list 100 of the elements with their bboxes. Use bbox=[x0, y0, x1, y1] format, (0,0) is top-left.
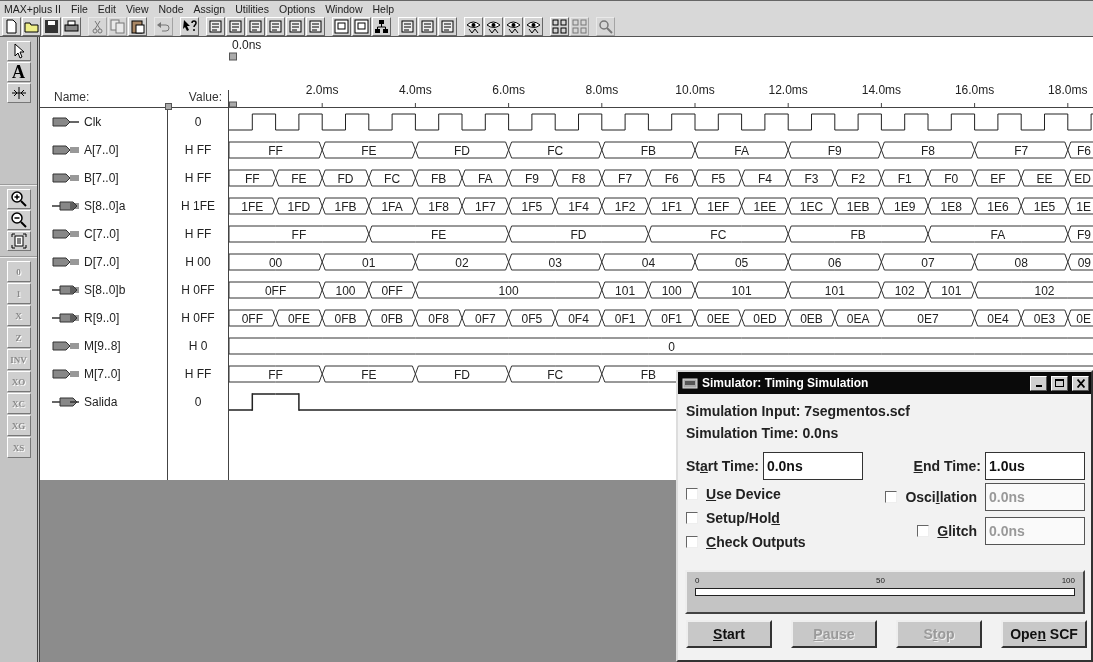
signal-name[interactable]: S[8..0]a bbox=[84, 199, 126, 213]
grid-icon bbox=[552, 18, 567, 34]
menu-item[interactable]: View bbox=[125, 2, 149, 15]
menu-item[interactable]: Assign bbox=[193, 2, 226, 15]
bus-value: 1E8 bbox=[940, 199, 962, 214]
window-title: Simulator: Timing Simulation bbox=[702, 376, 870, 390]
signal-value: H 1FE bbox=[168, 192, 229, 220]
menu-item[interactable]: File bbox=[70, 2, 88, 15]
printer-icon bbox=[64, 18, 79, 34]
checkbox-label[interactable]: Glitch bbox=[937, 523, 977, 539]
menu-item[interactable]: Options bbox=[278, 2, 316, 15]
bus-value: 05 bbox=[734, 255, 749, 270]
bus-value: F8 bbox=[921, 143, 935, 158]
tool-icon bbox=[288, 18, 303, 34]
bus-value: 06 bbox=[828, 255, 842, 270]
checkbox[interactable] bbox=[686, 488, 698, 500]
signal-name[interactable]: Salida bbox=[84, 395, 118, 409]
start-time-field[interactable]: 0.0ns bbox=[762, 452, 863, 480]
signal-value: H FF bbox=[168, 220, 229, 248]
app-menu[interactable]: MAX+plus II bbox=[4, 2, 61, 15]
diagram-icon bbox=[334, 18, 349, 34]
bus-value: 07 bbox=[921, 255, 935, 270]
cursor-handle[interactable] bbox=[229, 101, 237, 108]
bus-value: 0EB bbox=[800, 311, 823, 326]
selection-tool-button[interactable] bbox=[6, 41, 31, 61]
toolbar-button[interactable] bbox=[464, 16, 483, 36]
bus-value: FB bbox=[640, 143, 657, 158]
bus-value: 101 bbox=[615, 283, 636, 298]
bus-value: 100 bbox=[661, 283, 682, 298]
menu-item[interactable]: Window bbox=[325, 2, 363, 15]
signal-name[interactable]: S[8..0]b bbox=[84, 283, 126, 297]
bus-value: F9 bbox=[1077, 227, 1091, 242]
dialog-button[interactable]: Start bbox=[686, 620, 772, 648]
zoom-button[interactable] bbox=[6, 189, 31, 209]
menu-item[interactable]: Help bbox=[372, 2, 395, 15]
signal-value: 0 bbox=[168, 388, 229, 416]
bus-value: FB bbox=[640, 367, 657, 382]
toolbar-button[interactable] bbox=[22, 16, 41, 36]
close-button[interactable] bbox=[1072, 375, 1089, 391]
cursor-handle[interactable] bbox=[229, 52, 237, 61]
signal-name[interactable]: M[9..8] bbox=[84, 339, 121, 353]
bus-value: 0E4 bbox=[987, 311, 1009, 326]
signal-name[interactable]: D[7..0] bbox=[84, 255, 120, 269]
toolbar-button[interactable] bbox=[524, 16, 543, 36]
toolbar-button[interactable] bbox=[372, 16, 391, 36]
checkbox[interactable] bbox=[686, 512, 698, 524]
tool-icon bbox=[268, 18, 283, 34]
checkbox-label[interactable]: Setup/Hold bbox=[706, 510, 780, 526]
bus-value: 0FF bbox=[381, 283, 403, 298]
bus-value: 04 bbox=[641, 255, 656, 270]
toolbar-button[interactable] bbox=[484, 16, 503, 36]
checkbox[interactable] bbox=[686, 536, 698, 548]
bus-value: F3 bbox=[804, 171, 819, 186]
bus-value: 0F1 bbox=[614, 311, 636, 326]
scale-label: 100 bbox=[1061, 576, 1075, 587]
toolbar-button[interactable] bbox=[128, 16, 147, 36]
bus-value: 1FD bbox=[287, 199, 311, 214]
bus-value: FF bbox=[291, 227, 307, 242]
bus-value: 0FF bbox=[264, 283, 287, 298]
toolbar-button[interactable] bbox=[180, 16, 199, 36]
time-label: 12.0ms bbox=[768, 83, 808, 97]
text-tool-button[interactable]: A bbox=[6, 62, 31, 82]
bus-value: F0 bbox=[944, 171, 959, 186]
toolbar-button[interactable] bbox=[62, 16, 81, 36]
toolbar-button[interactable] bbox=[550, 16, 569, 36]
end-time-field[interactable]: 1.0us bbox=[985, 452, 1085, 480]
checkbox-label[interactable]: Use Device bbox=[706, 486, 781, 502]
signal-name[interactable]: R[9..0] bbox=[84, 311, 120, 325]
zoom-in-icon bbox=[10, 191, 27, 207]
bus-value: 1F7 bbox=[474, 199, 496, 214]
column-header: Name: bbox=[53, 90, 91, 106]
hierarchy-icon bbox=[374, 18, 389, 34]
dialog-button[interactable]: Open SCF bbox=[1001, 620, 1087, 648]
time-label: 16.0ms bbox=[954, 83, 995, 97]
toolbar-button[interactable] bbox=[42, 16, 61, 36]
align-tool-button[interactable] bbox=[6, 83, 31, 103]
signal-name[interactable]: A[7..0] bbox=[84, 143, 119, 157]
maximize-button[interactable] bbox=[1051, 375, 1068, 391]
checkbox[interactable] bbox=[917, 525, 930, 537]
checkbox[interactable] bbox=[885, 491, 898, 503]
zoom-button[interactable] bbox=[6, 210, 31, 230]
bus-value: 102 bbox=[1034, 283, 1055, 298]
column-handle[interactable] bbox=[165, 103, 172, 110]
checkbox-label[interactable]: Oscillation bbox=[905, 489, 977, 505]
bus-value: EE bbox=[1036, 171, 1053, 186]
menu-item[interactable]: Utilities bbox=[235, 2, 269, 15]
zoom-out-icon bbox=[10, 212, 27, 228]
eye-icon bbox=[526, 18, 541, 34]
signal-name[interactable]: C[7..0] bbox=[84, 227, 120, 241]
signal-name[interactable]: B[7..0] bbox=[84, 171, 119, 185]
toolbar-button[interactable] bbox=[504, 16, 523, 36]
signal-name[interactable]: M[7..0] bbox=[84, 367, 121, 381]
toolbar-button[interactable] bbox=[332, 16, 351, 36]
minimize-button[interactable] bbox=[1030, 375, 1047, 391]
signal-name[interactable]: Clk bbox=[84, 115, 102, 129]
toolbar-button[interactable] bbox=[352, 16, 371, 36]
menu-item[interactable]: Edit bbox=[97, 2, 116, 15]
bus-value: 0FB bbox=[381, 311, 404, 326]
menu-item[interactable]: Node bbox=[158, 2, 184, 15]
checkbox-label[interactable]: Check Outputs bbox=[706, 534, 806, 550]
